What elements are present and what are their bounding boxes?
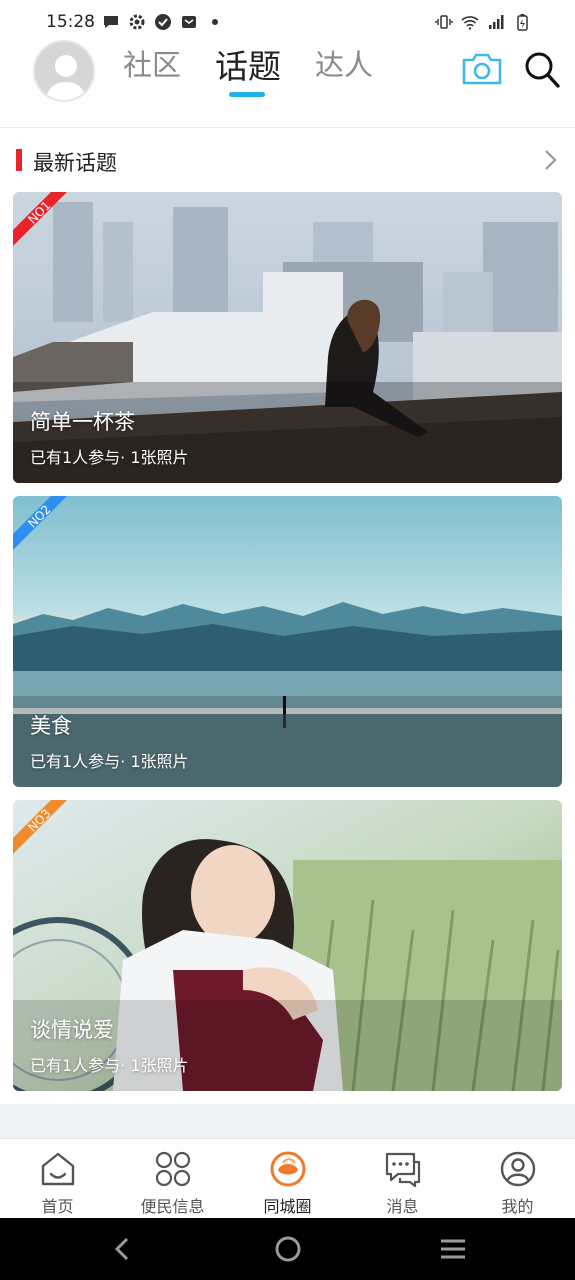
circle-chat-icon (270, 1151, 306, 1187)
topic-card-1[interactable]: NO1 简单一杯茶 已有1人参与· 1张照片 (13, 192, 562, 483)
topic-meta: 已有1人参与· 1张照片 (30, 752, 189, 771)
battery-icon (517, 14, 528, 31)
message-bubble-icon (385, 1152, 421, 1188)
avatar-placeholder-icon (35, 42, 93, 100)
profile-icon (500, 1151, 536, 1187)
nav-item-profile[interactable]: 我的 (460, 1139, 575, 1219)
topic-card-3[interactable]: NO3 谈情说爱 已有1人参与· 1张照片 (13, 800, 562, 1091)
system-navigation-bar (0, 1218, 575, 1280)
topic-card-2[interactable]: NO2 美食 已有1人参与· 1张照片 (13, 496, 562, 787)
active-tab-indicator (229, 92, 265, 97)
section-accent-bar (16, 149, 22, 171)
status-right-icons (435, 13, 531, 31)
latest-topics-section-header[interactable]: 最新话题 (0, 140, 575, 180)
home-circle-icon[interactable] (273, 1234, 303, 1264)
nav-item-home[interactable]: 首页 (0, 1139, 115, 1219)
check-icon (155, 14, 171, 30)
topic-title: 美食 (30, 714, 72, 738)
vibrate-icon (435, 15, 453, 29)
list-end-spacer (0, 1104, 575, 1138)
top-header: 社区 话题 达人 (0, 36, 575, 128)
topic-title: 谈情说爱 (30, 1018, 114, 1042)
topic-photo-girl-in-grass (13, 800, 562, 1091)
dot-icon (212, 19, 218, 25)
section-title: 最新话题 (33, 151, 117, 175)
nav-label: 我的 (501, 1197, 534, 1216)
back-icon[interactable] (107, 1234, 137, 1264)
rank-badge-3: NO3 (13, 800, 67, 854)
wifi-icon (461, 16, 479, 30)
topic-meta: 已有1人参与· 1张照片 (30, 448, 189, 467)
rank-badge-2: NO2 (13, 496, 67, 550)
home-icon (41, 1152, 75, 1186)
nav-label: 同城圈 (263, 1197, 312, 1216)
chevron-right-icon[interactable] (540, 148, 560, 172)
app-screen: 15:28 社区 话题 达人 最新话题 NO1 简单一杯茶 已有1人参与· 1张… (0, 0, 575, 1280)
mail-icon (182, 16, 196, 28)
tab-experts[interactable]: 达人 (315, 42, 373, 84)
nav-item-city-circle[interactable]: 同城圈 (230, 1139, 345, 1219)
tab-community[interactable]: 社区 (123, 42, 181, 84)
nav-label: 消息 (386, 1197, 419, 1216)
rank-badge-1: NO1 (13, 192, 67, 246)
nav-item-messages[interactable]: 消息 (345, 1139, 460, 1219)
bottom-tab-bar: 首页 便民信息 同城圈 消息 我的 (0, 1138, 575, 1218)
topic-photo-city-rooftop (13, 192, 562, 483)
menu-icon[interactable] (438, 1234, 468, 1264)
nav-label: 首页 (41, 1197, 74, 1216)
settings-icon (129, 14, 145, 30)
status-time: 15:28 (46, 12, 95, 32)
topic-meta: 已有1人参与· 1张照片 (30, 1056, 189, 1075)
grid-icon (155, 1151, 191, 1187)
tab-topics[interactable]: 话题 (215, 40, 281, 88)
search-icon[interactable] (524, 50, 560, 88)
user-avatar[interactable] (33, 40, 95, 102)
nav-label: 便民信息 (140, 1197, 205, 1216)
signal-icon (489, 15, 504, 29)
message-icon (104, 16, 118, 28)
camera-icon[interactable] (461, 52, 503, 86)
status-left-icons (102, 13, 224, 31)
topic-photo-mountain-lake (13, 496, 562, 787)
nav-item-services[interactable]: 便民信息 (115, 1139, 230, 1219)
topic-title: 简单一杯茶 (30, 410, 135, 434)
